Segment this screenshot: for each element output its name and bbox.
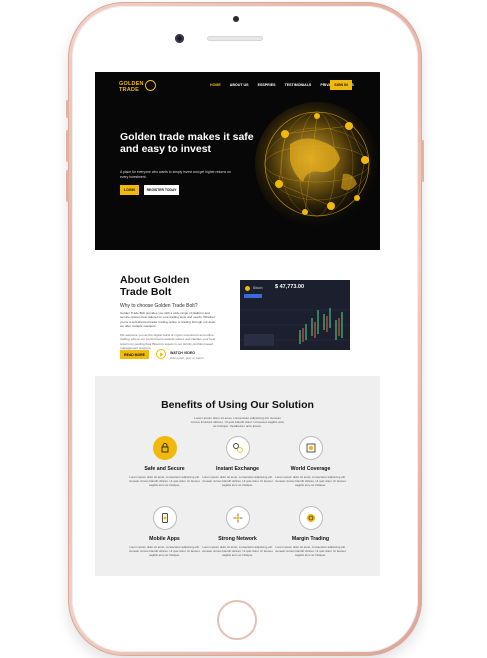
- dashboard-tab: [244, 294, 262, 298]
- coin-icon: [298, 506, 323, 530]
- dashboard-price: $ 47,773.00: [275, 284, 305, 290]
- nav-item-esspries[interactable]: ESSPRIES: [258, 83, 276, 87]
- benefit-card-network: Strong Network Lorem ipsum dolor sit ame…: [200, 506, 275, 557]
- volume-down-button: [66, 170, 69, 202]
- front-camera: [175, 34, 184, 43]
- about-subtitle: Why to choose Golden Trade Bolt?: [120, 303, 198, 309]
- read-more-button[interactable]: READ MORE: [120, 350, 149, 359]
- benefit-text: Lorem ipsum dolor sit amet, consectetur …: [129, 545, 200, 557]
- dashboard-coin-label: Bitcoin: [253, 286, 263, 290]
- logo-line-2: TRADE: [119, 87, 139, 93]
- benefits-description: Lorem ipsum dolor sit amet, consectetur …: [190, 416, 285, 429]
- benefit-text: Lorem ipsum dolor sit amet, consectetur …: [202, 545, 273, 557]
- login-button[interactable]: LOGIN: [120, 185, 139, 195]
- benefit-card-exchange: Instant Exchange Lorem ipsum dolor sit a…: [200, 436, 275, 487]
- about-title: About Golden Trade Bolt: [120, 274, 190, 298]
- about-section: About Golden Trade Bolt Why to choose Go…: [95, 250, 380, 376]
- price-chart-graphic: [240, 308, 350, 346]
- power-button: [421, 140, 424, 182]
- site-logo[interactable]: GOLDEN TRADE: [119, 81, 144, 93]
- logo-coin-icon: [145, 80, 156, 91]
- hero-section: GOLDEN TRADE HOME ABOUT US ESSPRIES TEST…: [95, 72, 380, 250]
- mute-switch: [66, 100, 69, 118]
- about-paragraph: Golden Trade Bolt provides you with a wi…: [120, 311, 216, 328]
- bitcoin-icon: [245, 286, 250, 291]
- globe-network-image: [255, 102, 379, 226]
- hero-subtitle: A place for everyone who wants to simply…: [120, 170, 231, 179]
- watch-video-link[interactable]: WATCH VIDEO: [170, 351, 195, 355]
- lock-icon: [152, 436, 177, 460]
- benefit-card-margin: Margin Trading Lorem ipsum dolor sit ame…: [273, 506, 348, 557]
- benefit-card-mobile: Mobile Apps Lorem ipsum dolor sit amet, …: [127, 506, 202, 557]
- hero-title: Golden trade makes it safe and easy to i…: [120, 131, 254, 155]
- benefits-title: Benefits of Using Our Solution: [161, 399, 314, 411]
- benefit-title: Instant Exchange: [216, 466, 259, 472]
- sign-in-button[interactable]: SIGN IN: [330, 80, 352, 90]
- register-button[interactable]: REGISTER TODAY: [144, 185, 179, 195]
- benefit-text: Lorem ipsum dolor sit amet, consectetur …: [202, 475, 273, 487]
- phone-screen: GOLDEN TRADE HOME ABOUT US ESSPRIES TEST…: [95, 72, 380, 576]
- watch-video-caption: Video plan, play or watch: [170, 356, 204, 360]
- benefit-title: Strong Network: [218, 536, 257, 542]
- benefit-title: Safe and Secure: [144, 466, 185, 472]
- exchange-icon: [225, 436, 250, 460]
- phone-icon: [152, 506, 177, 530]
- home-button[interactable]: [217, 600, 257, 640]
- benefit-card-safe: Safe and Secure Lorem ipsum dolor sit am…: [127, 436, 202, 487]
- benefit-text: Lorem ipsum dolor sit amet, consectetur …: [129, 475, 200, 487]
- nav-item-about[interactable]: ABOUT US: [230, 83, 249, 87]
- benefit-title: Mobile Apps: [149, 536, 180, 542]
- about-paragraph-2: We welcome you as the digital world of c…: [120, 333, 216, 350]
- front-sensor: [233, 16, 239, 22]
- benefit-card-world: World Coverage Lorem ipsum dolor sit ame…: [273, 436, 348, 487]
- volume-up-button: [66, 130, 69, 162]
- trading-dashboard-image: Bitcoin $ 47,773.00: [240, 280, 350, 350]
- benefit-title: Margin Trading: [291, 536, 330, 542]
- benefit-text: Lorem ipsum dolor sit amet, consectetur …: [275, 475, 346, 487]
- play-icon[interactable]: [156, 349, 166, 359]
- nav-item-testimonials[interactable]: TESTIMONIALS: [285, 83, 312, 87]
- benefit-text: Lorem ipsum dolor sit amet, consectetur …: [275, 545, 346, 557]
- globe-icon: [298, 436, 323, 460]
- network-icon: [225, 506, 250, 530]
- benefit-title: World Coverage: [290, 466, 331, 472]
- top-navigation: GOLDEN TRADE HOME ABOUT US ESSPRIES TEST…: [95, 72, 380, 102]
- earpiece-speaker: [207, 36, 263, 41]
- nav-item-home[interactable]: HOME: [210, 83, 221, 87]
- benefits-section: Benefits of Using Our Solution Lorem ips…: [95, 376, 380, 576]
